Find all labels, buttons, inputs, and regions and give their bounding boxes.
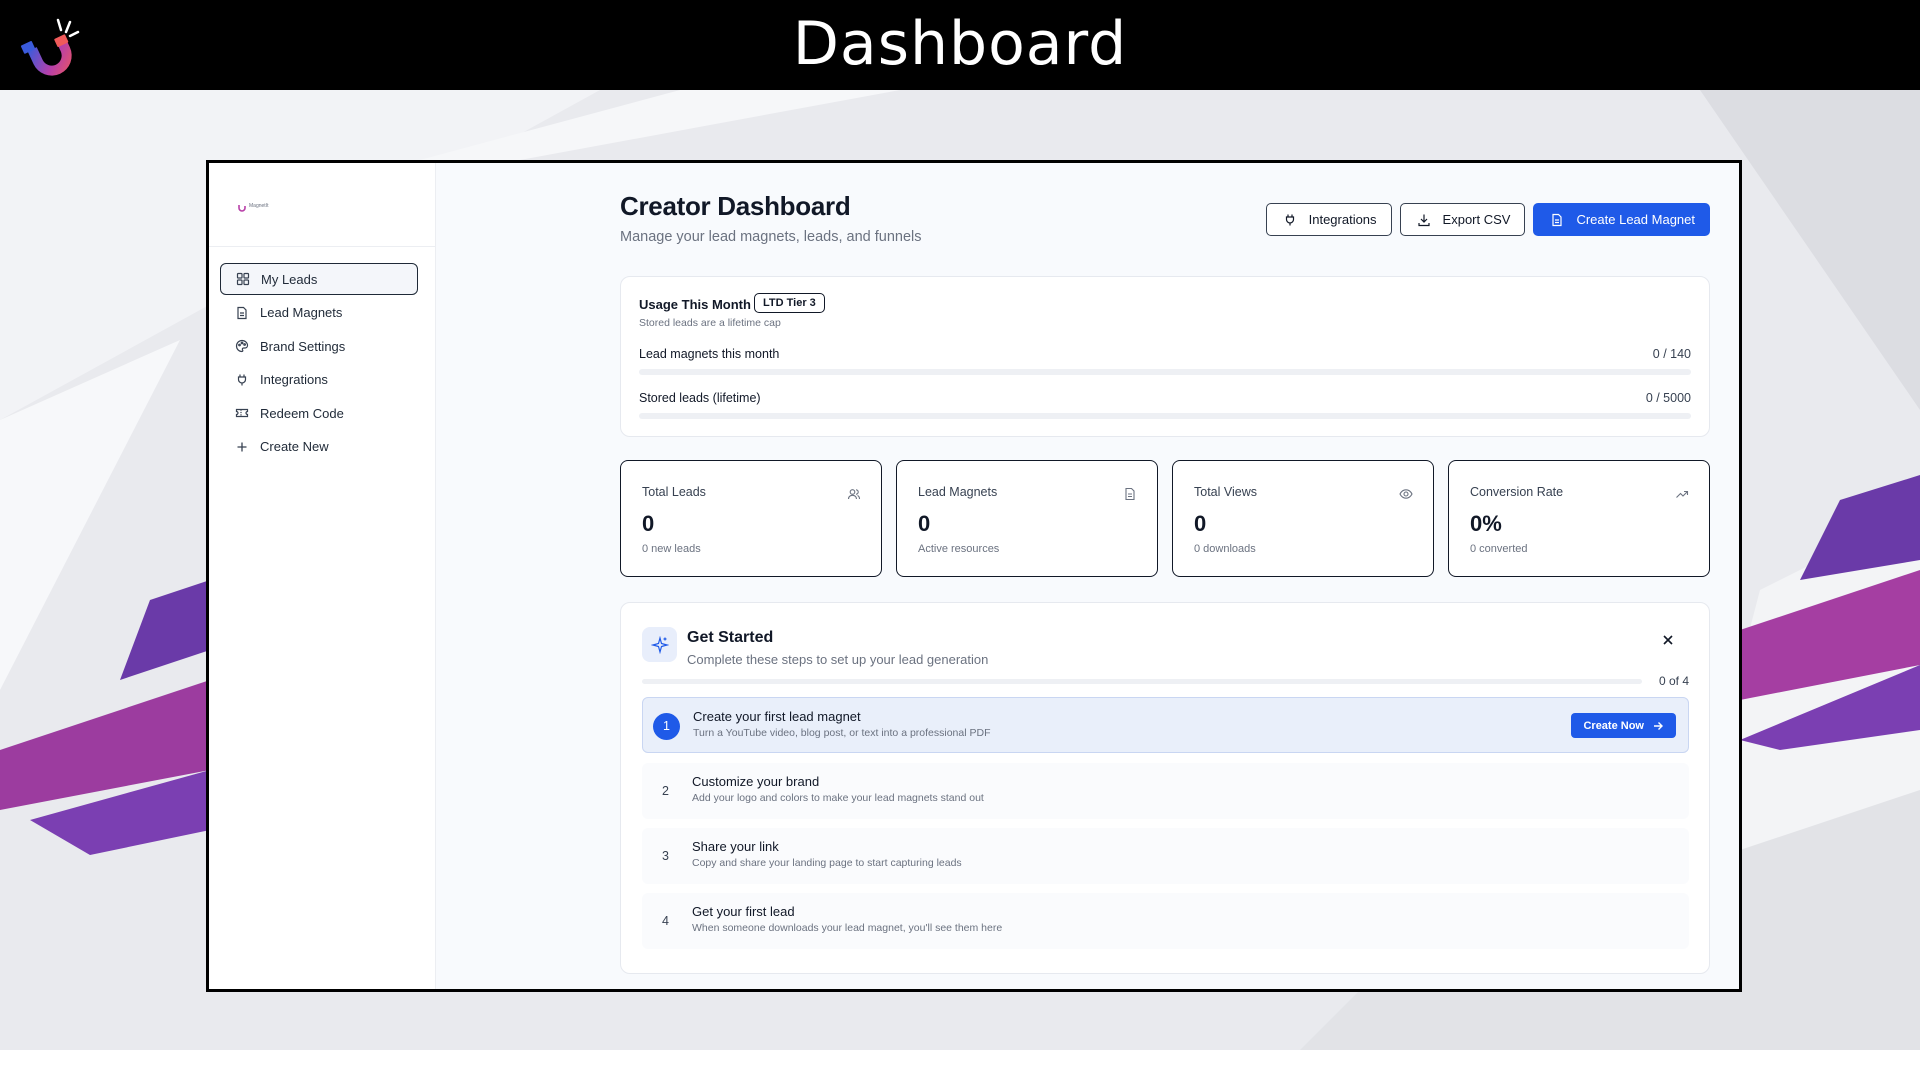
sidebar-item-redeem-code[interactable]: Redeem Code <box>220 397 418 429</box>
top-banner: Dashboard <box>0 0 1920 90</box>
step-number: 4 <box>662 914 669 928</box>
stat-value: 0 <box>642 511 655 536</box>
stat-note: 0 downloads <box>1194 543 1256 555</box>
usage-row-value: 0 / 140 <box>1652 347 1691 361</box>
eye-icon <box>1399 487 1413 501</box>
stat-value: 0 <box>918 511 931 536</box>
get-started-title: Get Started <box>687 629 774 646</box>
sidebar-item-label: Brand Settings <box>260 338 346 354</box>
plug-icon <box>1283 213 1297 227</box>
stat-value: 0 <box>1194 511 1207 536</box>
sidebar-item-label: My Leads <box>261 271 318 287</box>
create-now-button[interactable]: Create Now <box>1571 713 1676 738</box>
ticket-icon <box>235 406 249 420</box>
step-description: Turn a YouTube video, blog post, or text… <box>693 727 991 739</box>
create-now-button-label: Create Now <box>1583 719 1644 732</box>
create-lead-magnet-button-label: Create Lead Magnet <box>1576 212 1695 227</box>
banner-title: Dashboard <box>792 9 1128 79</box>
header-actions: Integrations Export CSV Create Lead Magn… <box>1265 203 1710 236</box>
users-icon <box>847 487 861 501</box>
sidebar-brand: MagnetIt <box>209 163 435 247</box>
sidebar-item-my-leads[interactable]: My Leads <box>220 263 418 295</box>
stat-value: 0% <box>1470 511 1502 536</box>
sidebar-item-label: Create New <box>260 439 329 454</box>
document-icon <box>1123 487 1137 501</box>
sidebar-item-brand-settings[interactable]: Brand Settings <box>220 330 418 362</box>
sidebar-item-integrations[interactable]: Integrations <box>220 364 418 396</box>
step-description: Add your logo and colors to make your le… <box>692 792 984 804</box>
stat-label: Conversion Rate <box>1470 485 1564 499</box>
get-started-card: Get Started Complete these steps to set … <box>620 602 1710 974</box>
page-subtitle: Manage your lead magnets, leads, and fun… <box>620 229 922 245</box>
close-icon[interactable] <box>1661 633 1675 647</box>
stat-card-conversion-rate: Conversion Rate 0% 0 converted <box>1448 460 1710 577</box>
get-started-progress-track <box>642 679 1642 684</box>
plus-icon <box>235 440 249 454</box>
magnet-logo-icon <box>238 205 246 212</box>
usage-row-value: 0 / 5000 <box>1645 391 1691 405</box>
download-icon <box>1417 213 1431 227</box>
progress-track <box>639 413 1691 419</box>
stat-label: Total Views <box>1194 485 1257 499</box>
arrow-right-icon <box>1654 721 1663 730</box>
stat-card-total-views: Total Views 0 0 downloads <box>1172 460 1434 577</box>
usage-row-label: Lead magnets this month <box>639 347 780 361</box>
step-description: When someone downloads your lead magnet,… <box>692 922 1003 934</box>
stat-card-total-leads: Total Leads 0 0 new leads <box>620 460 882 577</box>
step-item-1[interactable]: 1 Create your first lead magnet Turn a Y… <box>642 697 1689 753</box>
plug-icon <box>235 373 249 387</box>
trending-up-icon <box>1675 487 1689 501</box>
document-icon <box>1550 213 1564 227</box>
sidebar-item-create-new[interactable]: Create New <box>220 431 418 463</box>
stat-note: 0 converted <box>1470 543 1528 555</box>
sidebar-nav: My Leads Lead Magnets Brand Settings Int… <box>220 263 418 464</box>
step-item-4[interactable]: 4 Get your first lead When someone downl… <box>642 893 1689 949</box>
step-description: Copy and share your landing page to star… <box>692 857 962 869</box>
palette-icon <box>235 339 249 353</box>
document-icon <box>235 306 249 320</box>
usage-card: Usage This Month LTD Tier 3 Stored leads… <box>620 276 1710 437</box>
grid-icon <box>236 272 250 286</box>
integrations-button-label: Integrations <box>1308 212 1377 227</box>
brand-name: MagnetIt <box>249 203 269 209</box>
step-number: 3 <box>662 849 669 863</box>
stat-card-lead-magnets: Lead Magnets 0 Active resources <box>896 460 1158 577</box>
sidebar-item-lead-magnets[interactable]: Lead Magnets <box>220 297 418 329</box>
stat-note: 0 new leads <box>642 543 701 555</box>
usage-subtitle: Stored leads are a lifetime cap <box>639 317 781 329</box>
sparkles-icon <box>642 627 677 662</box>
tier-badge: LTD Tier 3 <box>754 293 825 313</box>
step-item-3[interactable]: 3 Share your link Copy and share your la… <box>642 828 1689 884</box>
main-content: Creator Dashboard Manage your lead magne… <box>436 163 1739 989</box>
step-title: Create your first lead magnet <box>693 709 861 724</box>
stat-label: Lead Magnets <box>918 485 998 499</box>
step-number: 2 <box>662 784 669 798</box>
integrations-button[interactable]: Integrations <box>1265 203 1392 236</box>
export-csv-button-label: Export CSV <box>1442 212 1511 227</box>
get-started-subtitle: Complete these steps to set up your lead… <box>687 652 989 667</box>
step-title: Share your link <box>692 839 779 854</box>
step-title: Customize your brand <box>692 774 820 789</box>
stat-note: Active resources <box>918 543 1000 555</box>
get-started-progress-count: 0 of 4 <box>1658 674 1689 688</box>
step-title: Get your first lead <box>692 904 795 919</box>
progress-track <box>639 369 1691 375</box>
usage-row-label: Stored leads (lifetime) <box>639 391 761 405</box>
stat-label: Total Leads <box>642 485 706 499</box>
page-title: Creator Dashboard <box>620 191 851 221</box>
step-item-2[interactable]: 2 Customize your brand Add your logo and… <box>642 763 1689 819</box>
export-csv-button[interactable]: Export CSV <box>1399 203 1526 236</box>
sidebar-item-label: Lead Magnets <box>260 305 343 320</box>
bottom-strip <box>0 1050 1920 1080</box>
sidebar: MagnetIt My Leads Lead Magnets Brand Set… <box>209 163 436 989</box>
usage-title: Usage This Month <box>639 297 751 312</box>
create-lead-magnet-button[interactable]: Create Lead Magnet <box>1533 203 1710 236</box>
app-window: MagnetIt My Leads Lead Magnets Brand Set… <box>206 160 1742 992</box>
step-number: 1 <box>653 713 680 740</box>
sidebar-item-label: Integrations <box>260 372 328 387</box>
sidebar-item-label: Redeem Code <box>260 405 344 421</box>
